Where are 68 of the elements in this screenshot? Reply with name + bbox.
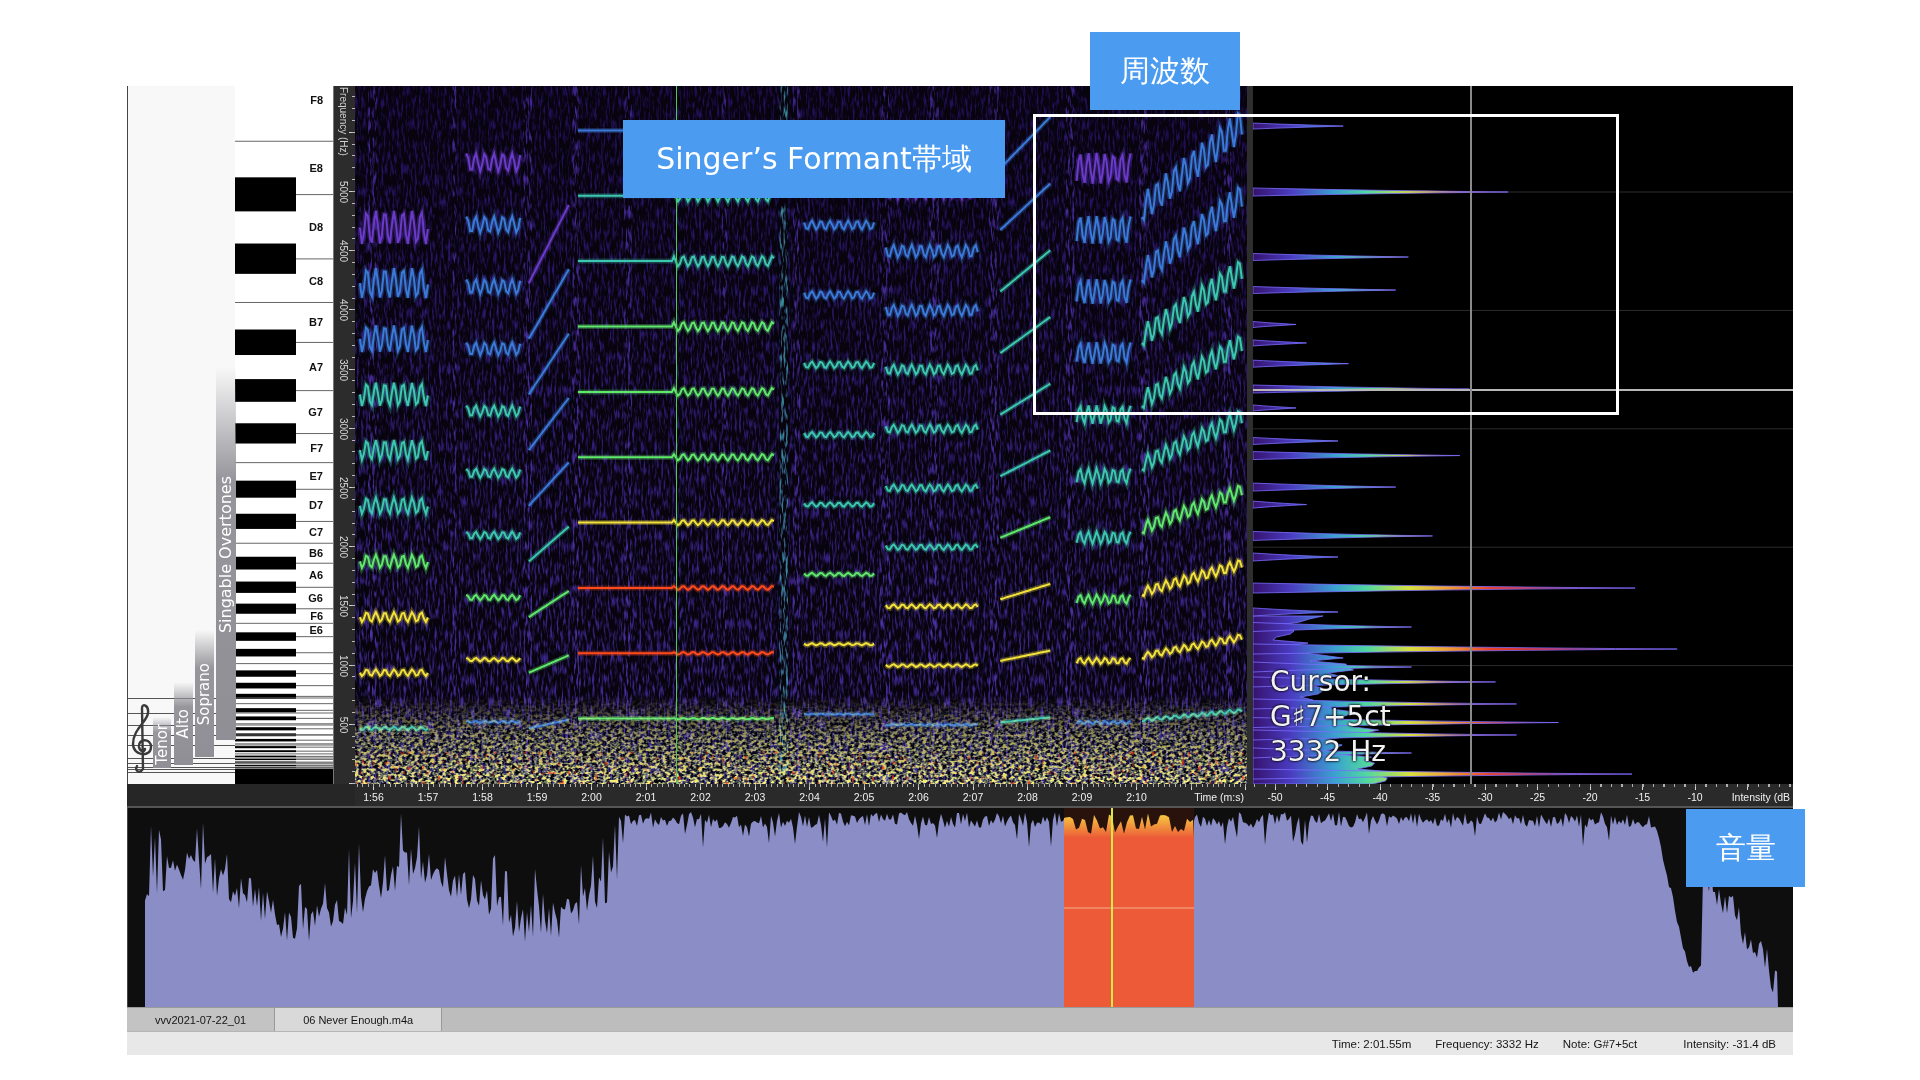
- time-tick-label: 2:05: [853, 791, 875, 803]
- cursor-label: Cursor:: [1270, 664, 1371, 699]
- voice-range-label: Singable Overtones: [218, 475, 234, 633]
- callout-label: Singer’s Formant帯域: [623, 120, 1005, 198]
- status-text: Intensity: -31.4 dB: [1683, 1037, 1776, 1050]
- frequency-tick-label: 3500: [338, 358, 349, 381]
- key-label: F7: [310, 442, 323, 455]
- voice-range-label: Soprano: [197, 662, 212, 725]
- intensity-tick-label: -30: [1477, 791, 1493, 803]
- axis-title: Intensity (dB: [1731, 791, 1790, 803]
- frequency-tick-label: 4500: [338, 240, 349, 263]
- intensity-tick-label: -35: [1424, 791, 1441, 803]
- key-label: B7: [308, 316, 323, 329]
- key-label: B6: [308, 547, 323, 560]
- file-tab[interactable]: 06 Never Enough.m4a: [275, 1008, 443, 1031]
- time-tick-label: 2:04: [799, 791, 820, 803]
- key-label: D7: [308, 499, 323, 512]
- intensity-tick-label: -10: [1687, 791, 1703, 803]
- intensity-tick-label: -40: [1372, 791, 1388, 803]
- treble-clef-icon: [130, 703, 154, 775]
- axis-title: Frequency (Hz): [338, 87, 349, 156]
- key-label: A6: [308, 569, 323, 582]
- key-label: F6: [310, 610, 323, 623]
- time-tick-label: 2:09: [1071, 791, 1093, 803]
- frequency-tick-label: 500: [338, 716, 349, 734]
- time-tick-label: 2:10: [1126, 791, 1147, 803]
- callout-label: 音量: [1686, 809, 1805, 887]
- time-tick-label: 2:08: [1017, 791, 1038, 803]
- key-label: F8: [310, 94, 323, 106]
- key-label: G6: [308, 592, 323, 605]
- intensity-tick-label: -20: [1582, 791, 1598, 803]
- frequency-tick-label: 1500: [338, 595, 349, 618]
- intensity-tick-label: -45: [1319, 791, 1336, 803]
- frequency-tick-label: 2500: [338, 476, 349, 500]
- intensity-tick-label: -25: [1529, 791, 1546, 803]
- time-tick-label: 2:03: [744, 791, 766, 803]
- frequency-tick-label: 4000: [338, 299, 349, 322]
- frequency-tick-label: 1000: [338, 654, 349, 677]
- status-text: Time: 2:01.55m: [1331, 1037, 1412, 1050]
- time-tick-label: 2:07: [962, 791, 984, 803]
- key-label: A7: [308, 360, 323, 373]
- file-tab[interactable]: vvv2021-07-22_01: [127, 1008, 276, 1031]
- voice-range-label: Tenor: [154, 724, 170, 765]
- key-label: E7: [309, 469, 323, 482]
- key-label: G7: [308, 406, 323, 419]
- frequency-tick-label: 2000: [338, 536, 349, 559]
- intensity-tick-label: -15: [1634, 791, 1651, 803]
- intensity-tick-label: -50: [1267, 791, 1283, 803]
- status-text: Note: G#7+5ct: [1562, 1037, 1638, 1050]
- time-tick-label: 1:58: [472, 791, 493, 803]
- callout-label: 周波数: [1090, 32, 1240, 110]
- voice-range-label: Alto: [176, 708, 191, 738]
- time-tick-label: 2:01: [635, 791, 657, 803]
- frequency-tick-label: 3000: [338, 417, 349, 440]
- key-label: C8: [308, 274, 323, 287]
- time-tick-label: 2:06: [908, 791, 929, 803]
- time-tick-label: 2:02: [690, 791, 711, 803]
- status-text: Frequency: 3332 Hz: [1435, 1037, 1539, 1050]
- frequency-tick-label: 5000: [338, 180, 349, 204]
- time-tick-label: 2:00: [581, 791, 602, 803]
- key-label: C7: [308, 526, 323, 539]
- axis-title: Time (m:s): [1194, 791, 1244, 803]
- key-label: D8: [308, 220, 323, 233]
- key-label: E8: [309, 161, 323, 174]
- time-tick-label: 1:57: [417, 791, 439, 803]
- time-tick-label: 1:59: [526, 791, 548, 803]
- key-label: E6: [309, 624, 323, 636]
- time-tick-label: 1:56: [363, 791, 384, 803]
